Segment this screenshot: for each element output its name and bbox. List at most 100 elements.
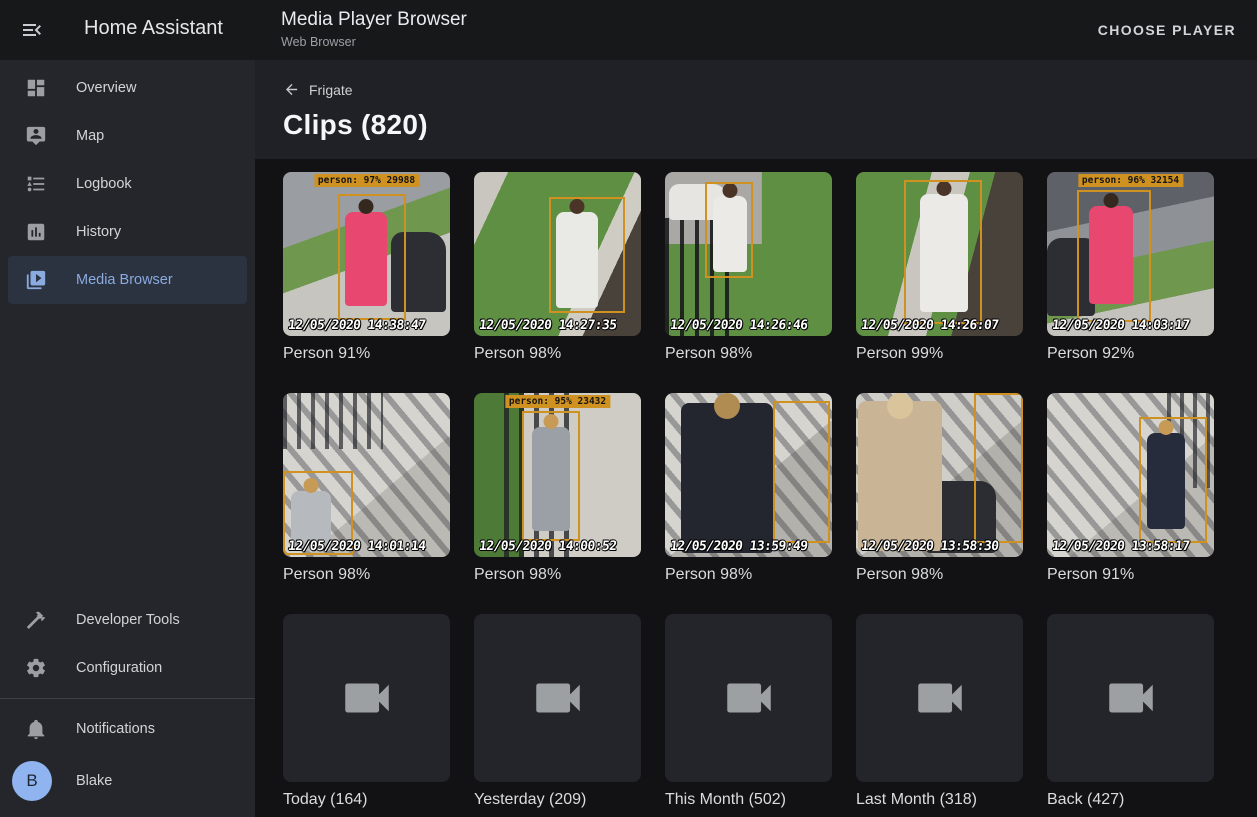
sidebar-item-label: Overview [76, 80, 136, 96]
clip-timestamp: 12/05/2020 14:26:07 [860, 318, 999, 333]
clip-card[interactable]: person: 95% 23432 12/05/2020 14:00:52 Pe… [474, 393, 641, 585]
folder-label: Last Month (318) [856, 790, 1023, 810]
detection-bounding-box [1077, 190, 1151, 322]
clip-card[interactable]: person: 97% 29988 12/05/2020 14:38:47 Pe… [283, 172, 450, 364]
clip-card[interactable]: 12/05/2020 14:01:14 Person 98% [283, 393, 450, 585]
clip-label: Person 98% [856, 565, 1023, 585]
sidebar-item-label: Configuration [76, 660, 162, 676]
clip-thumbnail: person: 95% 23432 12/05/2020 14:00:52 [474, 393, 641, 557]
sidebar-user-profile[interactable]: B Blake [8, 753, 247, 809]
breadcrumb-back-frigate[interactable]: Frigate [283, 81, 353, 98]
folder-card-back[interactable]: Back (427) [1047, 614, 1214, 810]
folder-card-yesterday[interactable]: Yesterday (209) [474, 614, 641, 810]
clip-label: Person 98% [474, 344, 641, 364]
video-camera-icon [338, 669, 396, 727]
person-silhouette [681, 403, 773, 553]
folder-thumbnail [474, 614, 641, 782]
choose-player-button[interactable]: CHOOSE PLAYER [1098, 0, 1236, 60]
tooltip-account-icon [24, 124, 48, 148]
detection-bounding-box [1139, 417, 1207, 543]
clip-card[interactable]: 12/05/2020 14:27:35 Person 98% [474, 172, 641, 364]
dialog-title: Media Player Browser [281, 9, 467, 31]
clip-thumbnail: 12/05/2020 13:58:17 [1047, 393, 1214, 557]
format-list-bulleted-icon [24, 172, 48, 196]
sidebar-item-overview[interactable]: Overview [8, 64, 247, 112]
clip-label: Person 98% [283, 565, 450, 585]
video-camera-icon [911, 669, 969, 727]
clip-card[interactable]: 12/05/2020 13:58:30 Person 98% [856, 393, 1023, 585]
detection-bounding-box [338, 194, 406, 320]
sidebar-item-label: History [76, 224, 121, 240]
clip-card[interactable]: 12/05/2020 14:26:46 Person 98% [665, 172, 832, 364]
detection-bounding-box [522, 411, 580, 541]
folder-label: Yesterday (209) [474, 790, 641, 810]
video-camera-icon [529, 669, 587, 727]
top-app-bar: Home Assistant Media Player Browser Web … [0, 0, 1257, 60]
detection-bounding-box [549, 197, 625, 313]
sidebar-item-media-browser[interactable]: Media Browser [8, 256, 247, 304]
media-grid: person: 97% 29988 12/05/2020 14:38:47 Pe… [255, 159, 1257, 817]
dialog-subtitle: Web Browser [281, 35, 467, 49]
clip-thumbnail: 12/05/2020 14:27:35 [474, 172, 641, 336]
sidebar-toggle-button[interactable] [8, 6, 56, 54]
hammer-icon [24, 608, 48, 632]
folder-card-today[interactable]: Today (164) [283, 614, 450, 810]
folder-card-last-month[interactable]: Last Month (318) [856, 614, 1023, 810]
clip-timestamp: 12/05/2020 14:03:17 [1051, 318, 1190, 333]
detection-bounding-box [904, 180, 982, 324]
sidebar-item-notifications[interactable]: Notifications [8, 705, 247, 753]
folder-thumbnail [1047, 614, 1214, 782]
clip-label: Person 92% [1047, 344, 1214, 364]
sidebar-item-label: Media Browser [76, 272, 173, 288]
clip-label: Person 91% [283, 344, 450, 364]
clip-timestamp: 12/05/2020 13:59:49 [669, 539, 808, 554]
bell-icon [24, 717, 48, 741]
video-camera-icon [1102, 669, 1160, 727]
detection-tag: person: 97% 29988 [314, 174, 419, 187]
folder-thumbnail [283, 614, 450, 782]
sidebar-item-configuration[interactable]: Configuration [8, 644, 247, 692]
folder-label: Back (427) [1047, 790, 1214, 810]
sidebar-divider [0, 698, 255, 699]
page-header: Frigate Clips (820) [255, 60, 1257, 159]
app-title: Home Assistant [84, 17, 223, 40]
clip-thumbnail: 12/05/2020 13:59:49 [665, 393, 832, 557]
play-box-multiple-icon [24, 268, 48, 292]
clip-timestamp: 12/05/2020 14:01:14 [287, 539, 426, 554]
clip-card[interactable]: 12/05/2020 14:26:07 Person 99% [856, 172, 1023, 364]
clip-timestamp: 12/05/2020 14:27:35 [478, 318, 617, 333]
detection-bounding-box [705, 182, 753, 278]
sidebar-item-logbook[interactable]: Logbook [8, 160, 247, 208]
clip-thumbnail: person: 96% 32154 12/05/2020 14:03:17 [1047, 172, 1214, 336]
clip-card[interactable]: 12/05/2020 13:58:17 Person 91% [1047, 393, 1214, 585]
clip-card[interactable]: person: 96% 32154 12/05/2020 14:03:17 Pe… [1047, 172, 1214, 364]
user-name: Blake [76, 773, 112, 789]
detection-tag: person: 95% 23432 [505, 395, 610, 408]
folder-thumbnail [856, 614, 1023, 782]
clip-thumbnail: 12/05/2020 13:58:30 [856, 393, 1023, 557]
chart-box-icon [24, 220, 48, 244]
sidebar-item-history[interactable]: History [8, 208, 247, 256]
sidebar-item-developer-tools[interactable]: Developer Tools [8, 596, 247, 644]
clip-label: Person 98% [665, 344, 832, 364]
detection-bounding-box [773, 401, 830, 543]
gear-icon [24, 656, 48, 680]
sidebar-item-map[interactable]: Map [8, 112, 247, 160]
clip-timestamp: 12/05/2020 14:26:46 [669, 318, 808, 333]
avatar: B [12, 761, 52, 801]
detection-tag: person: 96% 32154 [1078, 174, 1183, 187]
folder-card-this-month[interactable]: This Month (502) [665, 614, 832, 810]
folder-thumbnail [665, 614, 832, 782]
clip-thumbnail: person: 97% 29988 12/05/2020 14:38:47 [283, 172, 450, 336]
clip-label: Person 98% [665, 565, 832, 585]
clip-timestamp: 12/05/2020 13:58:30 [860, 539, 999, 554]
clip-label: Person 98% [474, 565, 641, 585]
clip-card[interactable]: 12/05/2020 13:59:49 Person 98% [665, 393, 832, 585]
breadcrumb-label: Frigate [309, 82, 353, 98]
sidebar-item-label: Notifications [76, 721, 155, 737]
folder-label: Today (164) [283, 790, 450, 810]
clip-label: Person 91% [1047, 565, 1214, 585]
clip-thumbnail: 12/05/2020 14:26:07 [856, 172, 1023, 336]
video-camera-icon [720, 669, 778, 727]
sidebar-item-label: Developer Tools [76, 612, 180, 628]
